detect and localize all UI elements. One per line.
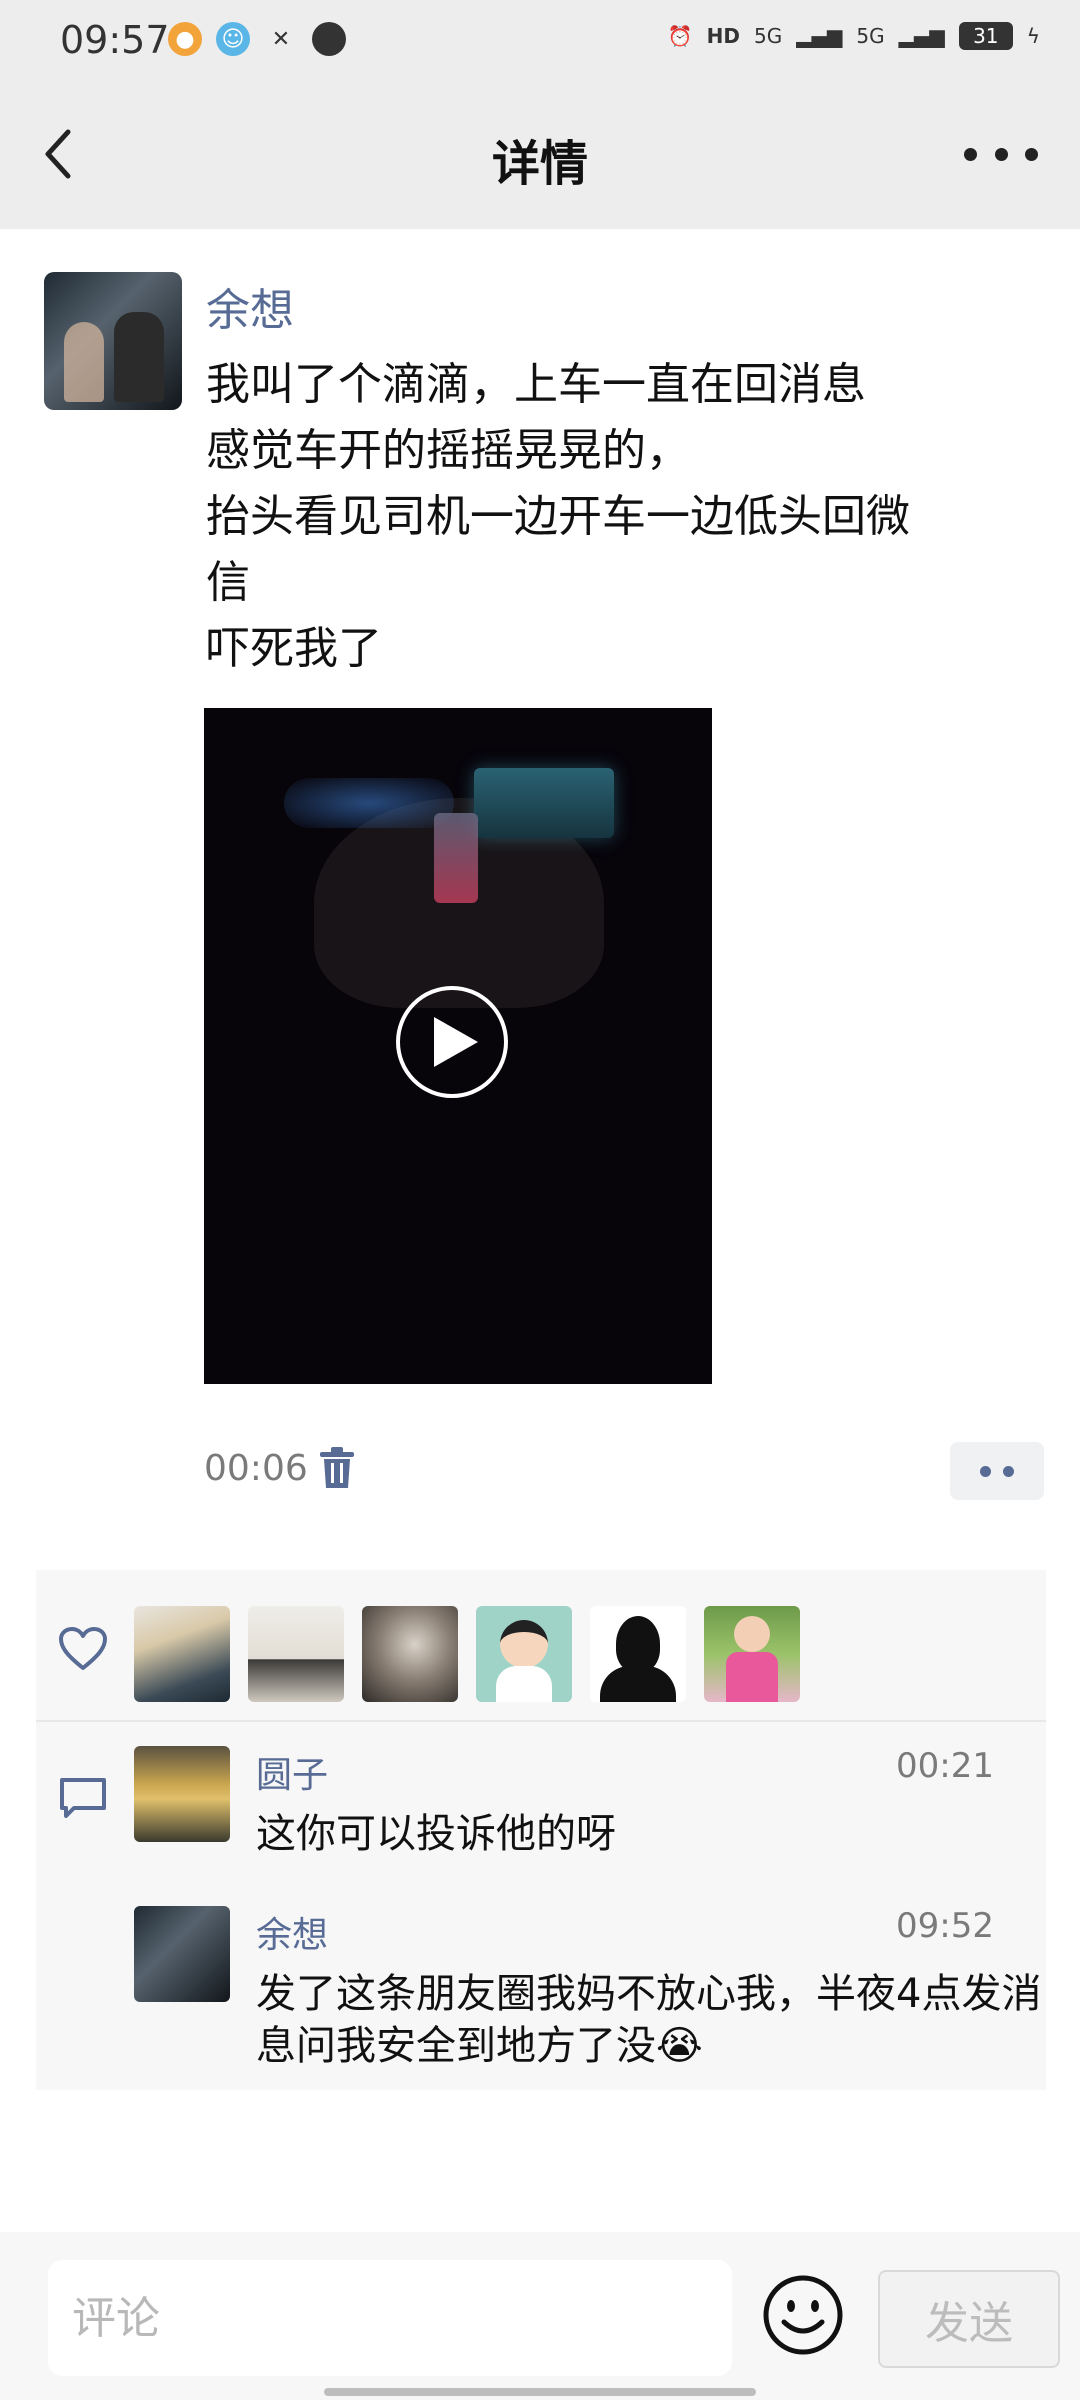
header-bar: 详情 <box>0 84 1080 229</box>
video-thumbnail[interactable] <box>204 708 712 1384</box>
battery-icon: 31 <box>958 22 1013 50</box>
like-avatar[interactable] <box>476 1606 572 1702</box>
post-line: 感觉车开的摇摇晃晃的， <box>206 425 690 476</box>
comment-input[interactable] <box>48 2260 732 2376</box>
like-avatar[interactable] <box>362 1606 458 1702</box>
heart-icon <box>59 1627 107 1670</box>
post-line: 吓死我了 <box>206 623 382 674</box>
like-avatar[interactable] <box>590 1606 686 1702</box>
comment-author[interactable]: 余想 <box>256 1906 328 1958</box>
dot-icon <box>994 147 1008 161</box>
dot-icon <box>1003 1465 1014 1477</box>
trash-icon[interactable] <box>318 1446 356 1490</box>
like-avatar[interactable] <box>248 1606 344 1702</box>
comment-icon <box>60 1778 106 1818</box>
post-text: 我叫了个滴滴，上车一直在回消息 感觉车开的摇摇晃晃的， 抬头看见司机一边开车一边… <box>206 352 1046 682</box>
like-avatar[interactable] <box>704 1606 800 1702</box>
dot-icon <box>964 147 977 161</box>
play-icon <box>434 1017 478 1067</box>
status-notification-icons: ● ☺ ✕ <box>168 22 346 56</box>
likes-row <box>36 1570 1046 1722</box>
post-author-name[interactable]: 余想 <box>206 274 294 338</box>
post-author-avatar[interactable] <box>44 272 182 410</box>
comment-avatar[interactable] <box>134 1746 230 1842</box>
tools-icon: ✕ <box>271 26 291 52</box>
chat-icon <box>312 22 346 56</box>
dot-icon <box>1025 147 1038 161</box>
dashboard-screen <box>474 768 614 838</box>
comment-author[interactable]: 圆子 <box>256 1746 328 1798</box>
comment-text[interactable]: 这你可以投诉他的呀 <box>256 1808 1046 1860</box>
phone-glow <box>434 813 478 903</box>
comment-time: 09:52 <box>896 1906 994 1946</box>
signal-bars-icon-2: ▂▄▆ <box>898 24 945 48</box>
hd-label: HD <box>706 24 741 48</box>
post-line: 我叫了个滴滴，上车一直在回消息 <box>206 359 866 410</box>
signal-2: 5G <box>856 24 885 48</box>
like-comment-menu-button[interactable] <box>950 1442 1044 1500</box>
like-avatar[interactable] <box>134 1606 230 1702</box>
post-line: 抬头看见司机一边开车一边低头回微 <box>206 491 910 542</box>
status-right: ⏰ HD 5G ▂▄▆ 5G ▂▄▆ 31 ϟ <box>668 22 1040 50</box>
send-button[interactable]: 发送 <box>878 2270 1060 2368</box>
post-timestamp: 00:06 <box>204 1448 308 1489</box>
page-title: 详情 <box>491 136 588 192</box>
weibo-icon: ● <box>168 22 202 56</box>
charging-icon: ϟ <box>1026 24 1040 48</box>
comment-time: 00:21 <box>896 1746 994 1786</box>
home-indicator[interactable] <box>324 2388 756 2396</box>
interaction-panel: 圆子 00:21 这你可以投诉他的呀 余想 09:52 发了这条朋友圈我妈不放心… <box>36 1570 1046 2090</box>
emoji-icon[interactable] <box>762 2274 844 2356</box>
signal-bars-icon: ▂▄▆ <box>796 24 843 48</box>
post-line: 信 <box>206 557 250 608</box>
qq-icon: ☺ <box>216 22 250 56</box>
more-options-button[interactable] <box>964 144 1038 164</box>
status-time: 09:57 <box>60 18 170 62</box>
comment-input-bar: 发送 <box>0 2232 1080 2400</box>
comment-text[interactable]: 发了这条朋友圈我妈不放心我，半夜4点发消息问我安全到地方了没😭 <box>256 1968 1046 2072</box>
alarm-icon: ⏰ <box>667 24 693 48</box>
play-button[interactable] <box>396 986 508 1098</box>
signal-1: 5G <box>754 24 783 48</box>
dot-icon <box>980 1465 991 1477</box>
comment-avatar[interactable] <box>134 1906 230 2002</box>
status-bar: 09:57 ● ☺ ✕ ⏰ HD 5G ▂▄▆ 5G ▂▄▆ 31 ϟ <box>0 0 1080 84</box>
dashboard-gauge-glow <box>284 778 454 828</box>
